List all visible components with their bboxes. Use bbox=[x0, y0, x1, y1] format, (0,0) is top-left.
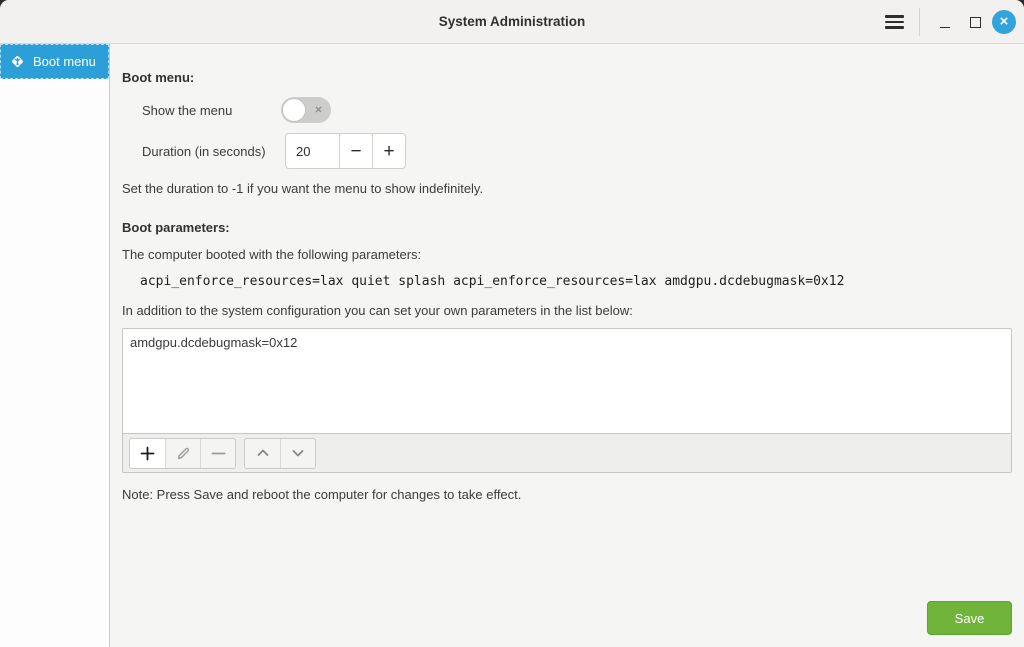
maximize-icon bbox=[970, 17, 981, 28]
toggle-knob bbox=[282, 98, 306, 122]
titlebar-controls: × bbox=[877, 0, 1016, 44]
maximize-button[interactable] bbox=[960, 5, 990, 39]
remove-parameter-button[interactable] bbox=[200, 439, 235, 468]
titlebar-separator bbox=[919, 8, 920, 36]
duration-increment-button[interactable]: + bbox=[373, 133, 406, 169]
duration-spinbox: − + bbox=[285, 133, 406, 169]
add-icon bbox=[140, 446, 155, 461]
minimize-button[interactable] bbox=[930, 5, 960, 39]
close-button[interactable]: × bbox=[992, 10, 1016, 34]
list-toolbar bbox=[123, 433, 1011, 472]
params-list[interactable]: amdgpu.dcdebugmask=0x12 bbox=[123, 329, 1011, 433]
content-panel: Boot menu: Show the menu × Duration (in … bbox=[110, 44, 1024, 647]
show-menu-toggle[interactable]: × bbox=[281, 97, 331, 123]
booted-parameters-value: acpi_enforce_resources=lax quiet splash … bbox=[122, 274, 1012, 289]
custom-params-listbox: amdgpu.dcdebugmask=0x12 bbox=[122, 328, 1012, 473]
toggle-off-icon: × bbox=[315, 104, 322, 116]
booted-with-label: The computer booted with the following p… bbox=[122, 247, 1012, 262]
duration-input[interactable] bbox=[285, 133, 340, 169]
boot-icon bbox=[9, 53, 26, 70]
add-parameter-button[interactable] bbox=[130, 439, 165, 468]
titlebar: System Administration × bbox=[0, 0, 1024, 44]
custom-params-label: In addition to the system configuration … bbox=[122, 303, 1012, 318]
menu-button[interactable] bbox=[877, 5, 911, 39]
edit-parameter-button[interactable] bbox=[165, 439, 200, 468]
duration-row: Duration (in seconds) − + bbox=[122, 133, 1012, 169]
edit-icon bbox=[176, 446, 191, 461]
remove-icon bbox=[211, 446, 226, 461]
save-button[interactable]: Save bbox=[927, 601, 1012, 635]
move-up-icon bbox=[255, 445, 271, 461]
duration-label: Duration (in seconds) bbox=[142, 144, 281, 159]
close-icon: × bbox=[1000, 14, 1009, 29]
minimize-icon bbox=[940, 27, 950, 28]
move-down-icon bbox=[290, 445, 306, 461]
boot-menu-heading: Boot menu: bbox=[122, 70, 1012, 85]
show-menu-label: Show the menu bbox=[142, 103, 281, 118]
sidebar: Boot menu bbox=[0, 44, 110, 647]
sidebar-item-boot-menu[interactable]: Boot menu bbox=[0, 44, 109, 79]
move-button-group bbox=[244, 438, 316, 469]
duration-hint: Set the duration to -1 if you want the m… bbox=[122, 181, 1012, 196]
system-administration-window: System Administration × bbox=[0, 0, 1024, 647]
move-down-button[interactable] bbox=[280, 439, 315, 468]
edit-button-group bbox=[129, 438, 236, 469]
main-area: Boot menu Boot menu: Show the menu × Dur… bbox=[0, 44, 1024, 647]
list-item[interactable]: amdgpu.dcdebugmask=0x12 bbox=[123, 329, 1011, 350]
boot-parameters-heading: Boot parameters: bbox=[122, 220, 1012, 235]
duration-decrement-button[interactable]: − bbox=[340, 133, 373, 169]
footer-row: Save bbox=[122, 601, 1012, 647]
sidebar-item-label: Boot menu bbox=[33, 54, 96, 69]
hamburger-icon bbox=[885, 15, 904, 18]
window-title: System Administration bbox=[439, 14, 586, 29]
save-note: Note: Press Save and reboot the computer… bbox=[122, 487, 1012, 502]
move-up-button[interactable] bbox=[245, 439, 280, 468]
show-menu-row: Show the menu × bbox=[122, 97, 1012, 123]
